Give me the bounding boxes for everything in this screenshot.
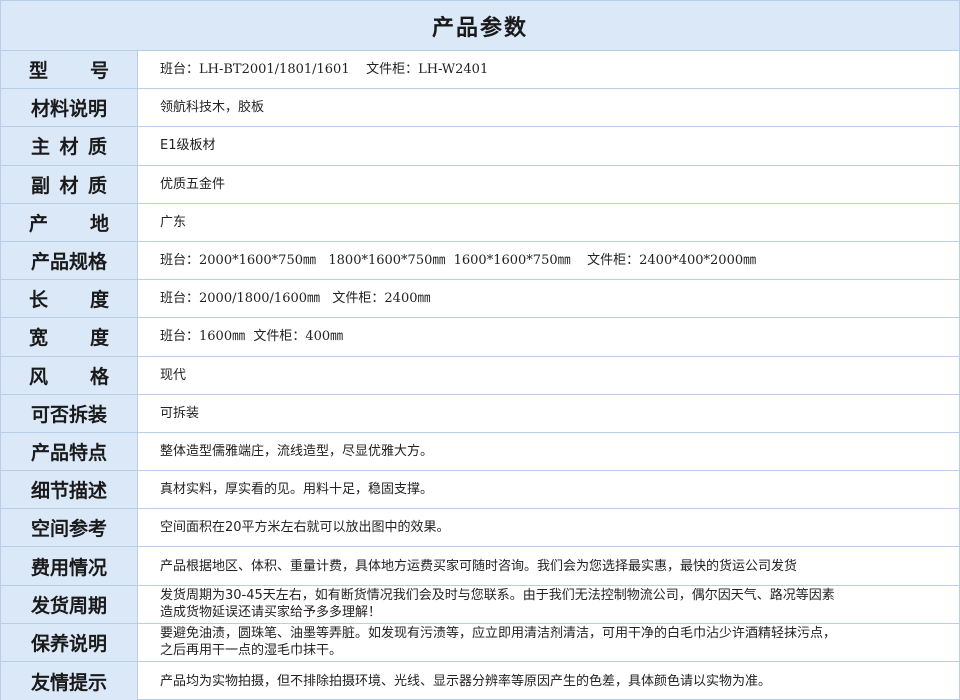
row-label-text: 度: [89, 327, 109, 350]
row-label: 风格: [1, 356, 138, 394]
row-label-text: 质: [87, 174, 107, 197]
table-row: 细节描述 真材实料，厚实看的见。用料十足，稳固支撑。: [1, 471, 959, 510]
row-value: 班台：2000/1800/1600㎜ 文件柜：2400㎜: [160, 291, 431, 307]
row-label: 型号: [1, 51, 138, 89]
row-label-text: 材: [59, 136, 79, 159]
table-row: 保养说明 要避免油渍，圆珠笔、油墨等弄脏。如发现有污渍等，应立即用清洁剂清洁，可用…: [1, 623, 959, 662]
row-value: 广东: [160, 214, 187, 230]
row-value: 班台：LH-BT2001/1801/1601 文件柜：LH-W2401: [160, 62, 489, 78]
table-row: 型号班台：LH-BT2001/1801/1601 文件柜：LH-W2401: [1, 51, 959, 90]
table-row: 材料说明 领航科技木，胶板: [1, 89, 959, 128]
row-label-text: 产品规格: [30, 251, 107, 274]
table-row: 产地广东: [1, 203, 959, 242]
row-label-text: 友情提示: [30, 671, 107, 694]
table-row: 产品规格 班台：2000*1600*750㎜ 1800*1600*750㎜ 160…: [1, 241, 959, 281]
table-row: 宽度班台：1600㎜ 文件柜：400㎜: [1, 318, 959, 357]
row-label-text: 质: [87, 136, 107, 159]
row-value: 真材实料，厚实看的见。用料十足，稳固支撑。: [160, 482, 434, 498]
row-value: 现代: [160, 367, 187, 383]
row-label-text: 主: [31, 136, 51, 159]
row-label: 产品规格: [1, 241, 138, 280]
row-value: 可拆装: [160, 405, 200, 421]
row-value: 要避免油渍，圆珠笔、油墨等弄脏。如发现有污渍等，应立即用清洁剂清洁，可用干净的白…: [160, 626, 837, 659]
row-value: 班台：1600㎜ 文件柜：400㎜: [160, 329, 344, 345]
row-label: 主材质: [1, 127, 138, 165]
row-label-text: 细节描述: [30, 480, 107, 503]
row-value: E1级板材: [160, 138, 216, 154]
row-label-text: 长: [29, 289, 49, 312]
row-label-text: 型: [29, 60, 49, 83]
row-label-text: 号: [89, 60, 109, 83]
row-label-text: 发货周期: [30, 594, 107, 617]
row-label: 友情提示: [1, 662, 138, 700]
row-label-text: 可否拆装: [30, 403, 107, 426]
row-label-text: 材: [59, 174, 79, 197]
row-value: 发货周期为30-45天左右，如有断货情况我们会及时与您联系。由于我们无法控制物流…: [160, 588, 835, 621]
row-value: 领航科技木，胶板: [160, 100, 265, 116]
parameter-rows: 型号班台：LH-BT2001/1801/1601 文件柜：LH-W2401 材料说…: [1, 51, 959, 700]
row-value: 空间面积在20平方米左右就可以放出图中的效果。: [160, 520, 450, 536]
row-label-text: 产品特点: [30, 441, 107, 464]
table-title: 产品参数: [431, 15, 528, 41]
row-label: 宽度: [1, 318, 138, 356]
row-label: 可否拆装: [1, 394, 138, 432]
row-value: 产品均为实物拍摄，但不排除拍摄环境、光线、显示器分辨率等原因产生的色差，具体颜色…: [160, 673, 772, 689]
row-label: 产地: [1, 203, 138, 241]
row-label: 副材质: [1, 165, 138, 203]
row-label: 材料说明: [1, 89, 138, 127]
table-header: 产品参数: [1, 1, 959, 51]
row-label-text: 风: [29, 365, 49, 388]
row-label: 发货周期: [1, 585, 138, 623]
table-row: 副材质 优质五金件: [1, 165, 959, 204]
row-label-text: 地: [89, 212, 109, 235]
row-value: 班台：2000*1600*750㎜ 1800*1600*750㎜ 1600*16…: [160, 253, 757, 269]
product-parameters-table: 产品参数 型号班台：LH-BT2001/1801/1601 文件柜：LH-W24…: [0, 0, 960, 700]
table-row: 可否拆装 可拆装: [1, 394, 959, 433]
table-row: 费用情况 产品根据地区、体积、重量计费，具体地方运费买家可随时咨询。我们会为您选择…: [1, 547, 959, 586]
row-label-text: 产: [29, 212, 49, 235]
table-row: 产品特点 整体造型儒雅端庄，流线造型，尽显优雅大方。: [1, 432, 959, 472]
row-label: 长度: [1, 280, 138, 318]
row-label-text: 费用情况: [30, 556, 107, 579]
row-value: 优质五金件: [160, 176, 226, 192]
row-label: 费用情况: [1, 547, 138, 585]
row-label: 产品特点: [1, 432, 138, 471]
table-row: 风格现代: [1, 356, 959, 395]
table-row: 空间参考 空间面积在20平方米左右就可以放出图中的效果。: [1, 509, 959, 548]
row-label: 细节描述: [1, 471, 138, 509]
row-value: 产品根据地区、体积、重量计费，具体地方运费买家可随时咨询。我们会为您选择最实惠，…: [160, 558, 798, 574]
table-row: 友情提示 产品均为实物拍摄，但不排除拍摄环境、光线、显示器分辨率等原因产生的色差，…: [1, 662, 959, 700]
row-label-text: 宽: [29, 327, 49, 350]
row-label: 空间参考: [1, 509, 138, 547]
row-label-text: 材料说明: [30, 98, 107, 121]
table-row: 主材质 E1级板材: [1, 127, 959, 166]
row-label-text: 副: [31, 174, 51, 197]
table-row: 长度班台：2000/1800/1600㎜ 文件柜：2400㎜: [1, 280, 959, 319]
row-value: 整体造型儒雅端庄，流线造型，尽显优雅大方。: [160, 443, 434, 459]
row-label-text: 空间参考: [30, 518, 107, 541]
row-label-text: 格: [89, 365, 109, 388]
row-label-text: 保养说明: [30, 632, 107, 655]
table-row: 发货周期 发货周期为30-45天左右，如有断货情况我们会及时与您联系。由于我们无法…: [1, 585, 959, 624]
row-label-text: 度: [89, 289, 109, 312]
row-label: 保养说明: [1, 623, 138, 661]
